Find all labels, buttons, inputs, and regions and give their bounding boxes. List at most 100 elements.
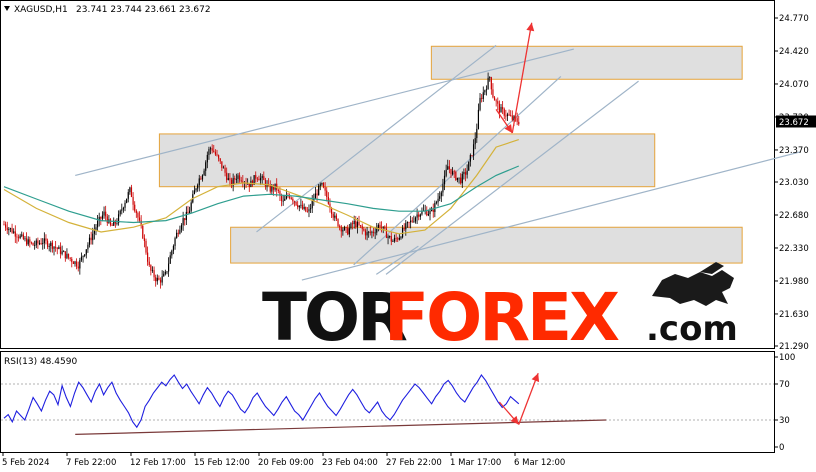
- candle-body: [9, 228, 12, 230]
- candle-body: [197, 185, 199, 189]
- candle-body: [195, 188, 197, 191]
- price-tick-label: 24.070: [779, 80, 809, 90]
- candle-body: [130, 187, 133, 197]
- candle-body: [485, 89, 488, 91]
- candle-body: [414, 217, 417, 222]
- candle-body: [434, 203, 436, 212]
- candle-body: [410, 220, 412, 223]
- candle-body: [38, 243, 41, 244]
- candle-body: [61, 251, 63, 254]
- candle-body: [376, 228, 378, 233]
- candle-body: [453, 171, 455, 173]
- candle-body: [505, 115, 507, 117]
- candle-body: [3, 224, 5, 226]
- candle-body: [343, 227, 346, 230]
- candle-body: [464, 172, 467, 175]
- candle-body: [106, 216, 108, 223]
- candle-body: [101, 215, 104, 219]
- candle-body: [45, 238, 47, 241]
- candle-body: [240, 180, 242, 182]
- candle-body: [90, 237, 92, 241]
- candle-body: [497, 101, 499, 104]
- candle-body: [205, 162, 207, 171]
- candle-body: [337, 219, 339, 227]
- candle-body: [172, 245, 175, 251]
- candle-body: [413, 221, 415, 223]
- candle-body: [360, 225, 362, 226]
- candle-body: [309, 208, 312, 210]
- candle-body: [411, 220, 413, 222]
- rsi-chart-frame: [0, 351, 775, 453]
- candle-body: [374, 232, 376, 234]
- candle-body: [161, 276, 163, 283]
- candle-body: [80, 256, 83, 261]
- candle-body: [203, 170, 205, 176]
- rsi-header-label: RSI(13) 48.4590: [4, 357, 77, 367]
- ohlc-values: 23.741 23.744 23.661 23.672: [76, 5, 211, 15]
- candle-body: [164, 271, 166, 274]
- candle-body: [69, 257, 71, 259]
- candle-body: [198, 178, 200, 186]
- candle-body: [308, 209, 310, 212]
- candle-body: [138, 217, 141, 221]
- candle-body: [174, 238, 176, 246]
- candle-body: [247, 183, 249, 185]
- candle-body: [298, 205, 300, 208]
- candle-body: [248, 183, 250, 188]
- candle-body: [443, 175, 446, 185]
- candle-body: [356, 222, 358, 228]
- candle-body: [92, 233, 94, 241]
- candle-body: [476, 128, 478, 139]
- candle-body: [403, 227, 405, 230]
- candle-body: [311, 201, 313, 209]
- candle-body: [151, 270, 154, 272]
- price-tick-label: 22.680: [779, 211, 809, 221]
- candle-body: [416, 214, 418, 218]
- candle-body: [440, 192, 442, 197]
- candle-body: [347, 227, 349, 235]
- watermark-com: .com: [646, 309, 738, 349]
- candle-body: [397, 238, 399, 240]
- chart-header: XAGUSD,H1 23.741 23.744 23.661 23.672: [4, 5, 211, 15]
- time-axis: 5 Feb 2024 7 Feb 22:00 12 Feb 17:00 15 Feb …: [2, 452, 565, 468]
- candle-body: [19, 235, 21, 239]
- sr-zone-0: [430, 45, 743, 80]
- candle-body: [450, 168, 452, 175]
- candle-body: [35, 240, 37, 246]
- candle-body: [201, 175, 204, 180]
- candle-body: [218, 155, 220, 159]
- candle-body: [219, 158, 221, 162]
- candle-body: [282, 200, 284, 202]
- candle-body: [334, 215, 336, 218]
- candle-body: [126, 198, 128, 203]
- candle-body: [206, 154, 208, 163]
- candle-body: [503, 109, 505, 116]
- candle-body: [506, 114, 509, 116]
- candle-body: [234, 178, 236, 180]
- candle-body: [502, 107, 504, 110]
- candle-body: [121, 209, 123, 211]
- candle-body: [481, 97, 483, 99]
- price-chart[interactable]: TOR FOREX .com 24.77024.42024.07023.7202…: [0, 0, 816, 472]
- candle-body: [406, 222, 409, 224]
- candle-body: [109, 219, 112, 226]
- candle-body: [29, 239, 31, 243]
- candle-body: [58, 247, 60, 250]
- candle-body: [350, 223, 352, 229]
- candle-body: [490, 77, 492, 90]
- candle-body: [211, 148, 213, 151]
- candle-body: [303, 206, 305, 209]
- candle-body: [153, 270, 155, 278]
- candle-body: [171, 250, 173, 256]
- time-tick-label: 5 Feb 2024: [2, 458, 50, 468]
- candle-body: [361, 225, 363, 229]
- candle-body: [100, 216, 102, 219]
- candle-body: [263, 176, 265, 181]
- candle-body: [351, 223, 354, 225]
- candle-body: [326, 190, 328, 197]
- candle-body: [340, 226, 342, 232]
- candle-body: [93, 230, 95, 234]
- candle-body: [493, 97, 496, 101]
- time-tick-label: 1 Mar 17:00: [450, 458, 501, 468]
- candle-body: [180, 225, 183, 230]
